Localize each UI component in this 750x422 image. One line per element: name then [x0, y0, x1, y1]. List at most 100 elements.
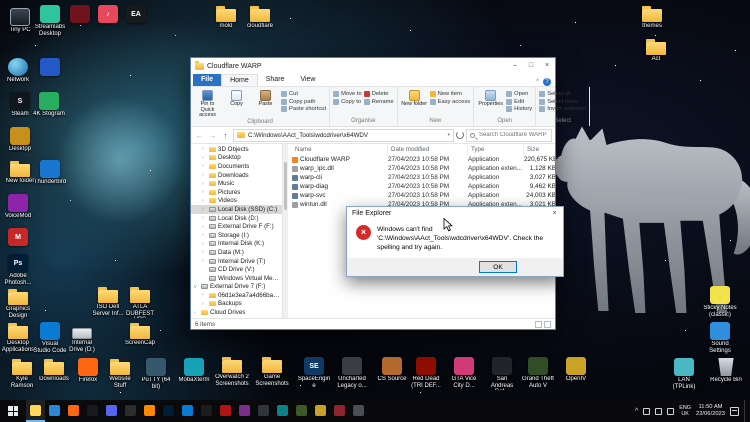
- help-icon[interactable]: ?: [543, 78, 551, 86]
- expand-chevron-icon[interactable]: ›: [202, 258, 207, 264]
- desktop-icon[interactable]: GTA Vice City D...: [448, 357, 480, 389]
- desktop-icon[interactable]: MobaXterm: [178, 358, 210, 384]
- expand-chevron-icon[interactable]: ›: [202, 292, 207, 298]
- collapse-ribbon-icon[interactable]: ^: [536, 79, 539, 85]
- window-titlebar[interactable]: Cloudflare WARP – □ ×: [191, 58, 555, 74]
- sidebar-item[interactable]: › Data (M:): [191, 248, 282, 257]
- desktop-icon[interactable]: SE SpaceEngine: [298, 357, 330, 389]
- move-to-button[interactable]: Move to: [333, 91, 362, 97]
- desktop-icon[interactable]: EA: [120, 5, 152, 24]
- sidebar-item[interactable]: › Internal Drive (T:): [191, 257, 282, 266]
- expand-chevron-icon[interactable]: ›: [202, 215, 207, 221]
- language-indicator[interactable]: ENG UK: [679, 405, 691, 417]
- expand-chevron-icon[interactable]: ›: [202, 301, 207, 307]
- desktop-icon[interactable]: Desktop Applications: [2, 322, 34, 353]
- sidebar-item[interactable]: › 3D Objects: [191, 145, 282, 154]
- dialog-close-button[interactable]: ×: [546, 207, 563, 220]
- column-header-size[interactable]: Size: [524, 144, 555, 155]
- expand-chevron-icon[interactable]: ›: [202, 224, 207, 230]
- desktop-icon[interactable]: Graphics Design: [2, 288, 34, 319]
- expand-chevron-icon[interactable]: ›: [202, 181, 207, 187]
- clock[interactable]: 11:50 AM 22/06/2023: [696, 404, 725, 418]
- taskbar-app[interactable]: [64, 400, 83, 422]
- desktop-icon[interactable]: ScreenCap: [124, 322, 156, 347]
- expand-chevron-icon[interactable]: ›: [202, 198, 207, 204]
- thumbnail-view-icon[interactable]: [544, 321, 551, 328]
- desktop-icon[interactable]: ISO Dell Server Inf...: [92, 286, 124, 317]
- desktop-icon[interactable]: Downloads: [38, 358, 70, 383]
- expand-chevron-icon[interactable]: ›: [202, 206, 207, 212]
- desktop-icon[interactable]: Firefox: [72, 358, 104, 384]
- taskbar-app[interactable]: [235, 400, 254, 422]
- ok-button[interactable]: OK: [479, 261, 517, 273]
- show-desktop-button[interactable]: [744, 400, 747, 422]
- sidebar-item[interactable]: › Desktop: [191, 154, 282, 163]
- column-header-date[interactable]: Date modified: [388, 144, 468, 155]
- sidebar-item[interactable]: › External Drive F (F:): [191, 222, 282, 231]
- taskbar-app[interactable]: [254, 400, 273, 422]
- file-row[interactable]: warp-diag 27/04/2023 10:58 PM Applicatio…: [288, 182, 555, 191]
- copy-to-button[interactable]: Copy to: [333, 99, 362, 105]
- taskbar-app[interactable]: [330, 400, 349, 422]
- expand-chevron-icon[interactable]: ›: [202, 241, 207, 247]
- file-row[interactable]: warp_ipc.dll 27/04/2023 10:58 PM Applica…: [288, 164, 555, 173]
- tab-file[interactable]: File: [193, 74, 221, 86]
- taskbar-app[interactable]: [349, 400, 368, 422]
- rename-button[interactable]: Rename: [364, 99, 394, 105]
- sidebar-item[interactable]: › Pictures: [191, 188, 282, 197]
- list-view-icon[interactable]: [535, 321, 542, 328]
- back-button[interactable]: ←: [194, 131, 205, 140]
- desktop-icon[interactable]: Network: [2, 58, 34, 84]
- taskbar-app[interactable]: [83, 400, 102, 422]
- file-row[interactable]: warp-cli 27/04/2023 10:58 PM Application…: [288, 173, 555, 182]
- desktop-icon[interactable]: mold: [210, 5, 242, 30]
- desktop-icon[interactable]: 4K Stogram: [33, 92, 65, 118]
- desktop-icon[interactable]: [34, 58, 66, 77]
- expand-chevron-icon[interactable]: ›: [194, 310, 199, 316]
- desktop-icon[interactable]: Red Dead (TRI DEF...: [410, 357, 442, 389]
- search-input[interactable]: [467, 130, 551, 141]
- taskbar-app[interactable]: [292, 400, 311, 422]
- desktop-icon[interactable]: Thunderbird: [34, 160, 66, 186]
- desktop-icon[interactable]: Visual Studio Code: [34, 322, 66, 354]
- notification-center-icon[interactable]: [730, 407, 739, 416]
- invert-selection-button[interactable]: Invert selection: [539, 106, 586, 112]
- address-dropdown-icon[interactable]: ▾: [447, 132, 450, 138]
- sidebar-scrollbar[interactable]: [283, 144, 288, 318]
- taskbar-app[interactable]: [26, 400, 45, 422]
- history-button[interactable]: History: [506, 106, 532, 112]
- sidebar-item[interactable]: › Internal Disk (K:): [191, 240, 282, 249]
- taskbar-app[interactable]: [45, 400, 64, 422]
- desktop-icon[interactable]: LAN (TPLink): [668, 358, 700, 390]
- cut-button[interactable]: Cut: [281, 91, 326, 97]
- taskbar-app[interactable]: [121, 400, 140, 422]
- tray-icon[interactable]: [667, 408, 674, 415]
- tray-icon[interactable]: [643, 408, 650, 415]
- desktop-icon[interactable]: CS Source: [376, 357, 408, 383]
- minimize-button[interactable]: –: [507, 58, 523, 74]
- desktop-icon[interactable]: Ps Adobe Photosh...: [2, 254, 34, 286]
- up-button[interactable]: ↑: [220, 131, 231, 140]
- desktop-icon[interactable]: Internal Drive (D:): [66, 322, 98, 353]
- new-item-button[interactable]: New item: [430, 91, 471, 97]
- expand-chevron-icon[interactable]: ›: [202, 172, 207, 178]
- maximize-button[interactable]: □: [523, 58, 539, 74]
- sidebar-item[interactable]: › Backups: [191, 300, 282, 309]
- paste-button[interactable]: Paste: [252, 88, 279, 108]
- taskbar-app[interactable]: [197, 400, 216, 422]
- sidebar-item[interactable]: › Storage (I:): [191, 231, 282, 240]
- sidebar-item[interactable]: › Cloud Drives: [191, 308, 282, 317]
- show-hidden-icons-chevron[interactable]: ^: [635, 408, 638, 415]
- forward-button[interactable]: →: [207, 131, 218, 140]
- properties-button[interactable]: Properties: [477, 88, 504, 108]
- start-button[interactable]: [0, 400, 26, 422]
- desktop-icon[interactable]: Streamlabs Desktop: [34, 5, 66, 37]
- desktop-icon[interactable]: Sticky Notes (classic): [704, 286, 736, 318]
- desktop-icon[interactable]: Game Screenshots: [256, 356, 288, 387]
- dialog-titlebar[interactable]: File Explorer ×: [347, 207, 563, 220]
- pin-to-quick-access-button[interactable]: Pin to Quick access: [194, 88, 221, 119]
- scrollbar-thumb[interactable]: [284, 162, 287, 210]
- desktop-icon[interactable]: ATLA DUBFEST VPS: [124, 286, 156, 318]
- desktop-icon[interactable]: Tiny PC: [4, 8, 36, 34]
- desktop-icon[interactable]: themes: [636, 5, 668, 30]
